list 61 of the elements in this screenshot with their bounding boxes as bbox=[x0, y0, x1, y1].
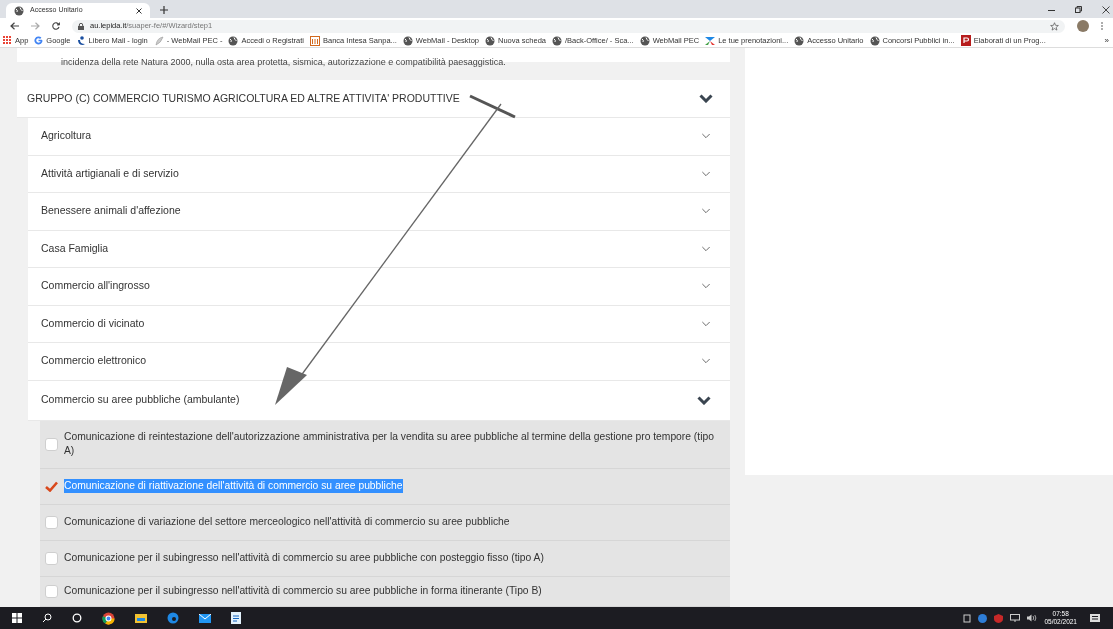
close-icon[interactable] bbox=[1102, 6, 1110, 14]
apps-grid-icon bbox=[3, 36, 12, 45]
accordion-header[interactable]: Agricoltura bbox=[28, 118, 730, 156]
edge-logo-icon[interactable] bbox=[167, 612, 179, 624]
g-logo-icon bbox=[34, 36, 44, 45]
checkbox[interactable] bbox=[45, 515, 58, 529]
chevron-down-icon bbox=[701, 170, 711, 177]
option-row[interactable]: Comunicazione per il subingresso nell'attività di commercio su aree pubbliche in forma itinerante (Tipo B) bbox=[40, 576, 730, 607]
person-logo-icon bbox=[76, 35, 86, 46]
option-label: Comunicazione di variazione del settore merceologico nell'attività di commercio su aree pubbliche bbox=[64, 515, 510, 529]
option-label: Comunicazione per il subingresso nell'attività di commercio su aree pubbliche con posteggio fisso (tipo A) bbox=[64, 551, 544, 565]
back-arrow-icon[interactable] bbox=[10, 22, 19, 30]
notification-icon[interactable] bbox=[1090, 612, 1101, 624]
new-tab-icon[interactable] bbox=[160, 6, 168, 14]
checkbox[interactable] bbox=[45, 437, 58, 451]
shield-icon bbox=[994, 613, 1004, 623]
description-text: incidenza della rete Natura 2000, nulla osta area protetta, sismica, autorizzazione e compatibilità paesaggistica. bbox=[61, 57, 506, 67]
browser-logo-icon[interactable] bbox=[102, 611, 115, 625]
globe-icon bbox=[14, 5, 24, 16]
option-row[interactable]: Comunicazione di variazione del settore merceologico nell'attività di commercio su aree pubbliche bbox=[40, 504, 730, 541]
accordion-header[interactable]: Commercio elettronico bbox=[28, 343, 730, 381]
mail-icon[interactable] bbox=[199, 613, 211, 623]
checkbox[interactable] bbox=[45, 584, 58, 598]
circle-icon[interactable] bbox=[72, 613, 82, 623]
chevron-down-icon bbox=[701, 245, 711, 252]
windows-logo-icon[interactable] bbox=[12, 613, 22, 623]
close-icon[interactable] bbox=[136, 7, 142, 14]
document-icon[interactable] bbox=[231, 612, 241, 624]
option-label: Comunicazione di reintestazione dell'autorizzazione amministrativa per la vendita su aree pubbliche al termine della gestione pro tempore (tipo A) bbox=[64, 430, 715, 458]
more-bookmarks[interactable]: » bbox=[1104, 34, 1109, 47]
chevron-down-icon bbox=[699, 94, 713, 103]
chevron-down-icon bbox=[701, 133, 711, 140]
chevron-down-icon bbox=[701, 208, 711, 215]
option-label: Comunicazione per il subingresso nell'attività di commercio su aree pubbliche in forma itinerante (Tipo B) bbox=[64, 584, 542, 598]
option-row[interactable]: Comunicazione di reintestazione dell'autorizzazione amministrativa per la vendita su aree pubbliche al termine della gestione pro tempore (tipo A) bbox=[40, 420, 730, 469]
chevron-down-icon bbox=[701, 358, 711, 365]
accordion-header[interactable]: Commercio su aree pubbliche (ambulante) bbox=[28, 380, 730, 421]
colored-logo-icon bbox=[705, 35, 716, 46]
checkmark-icon[interactable] bbox=[45, 480, 58, 492]
chevron-down-icon bbox=[697, 395, 711, 405]
option-row[interactable]: Comunicazione per il subingresso nell'attività di commercio su aree pubbliche con posteggio fisso (tipo A) bbox=[40, 540, 730, 577]
feather-icon bbox=[153, 35, 164, 46]
accordion-header[interactable]: Commercio di vicinato bbox=[28, 305, 730, 343]
network-icon bbox=[1010, 614, 1021, 622]
accordion-header[interactable]: Attività artigianali e di servizio bbox=[28, 155, 730, 193]
chevron-down-icon bbox=[701, 320, 711, 327]
group-header[interactable]: GRUPPO (C) COMMERCIO TURISMO AGRICOLTURA ED ALTRE ATTIVITA' PRODUTTIVE bbox=[17, 80, 730, 118]
accordion-header[interactable]: Commercio all'ingrosso bbox=[28, 268, 730, 306]
option-label: Comunicazione di riattivazione dell'attività di commercio su aree pubbliche bbox=[64, 479, 403, 493]
lock-icon bbox=[78, 22, 84, 30]
reload-icon[interactable] bbox=[52, 22, 60, 30]
accordion-header[interactable]: Casa Famiglia bbox=[28, 230, 730, 268]
star-icon[interactable] bbox=[1050, 21, 1059, 31]
avatar[interactable] bbox=[1077, 20, 1089, 32]
search-icon[interactable] bbox=[42, 613, 52, 623]
chevron-down-icon bbox=[701, 283, 711, 290]
accordion-header[interactable]: Benessere animali d'affezione bbox=[28, 193, 730, 231]
checkbox[interactable] bbox=[45, 551, 58, 565]
folder-icon[interactable] bbox=[135, 613, 147, 623]
speaker-icon bbox=[1027, 614, 1038, 622]
restore-icon[interactable] bbox=[1075, 6, 1082, 13]
